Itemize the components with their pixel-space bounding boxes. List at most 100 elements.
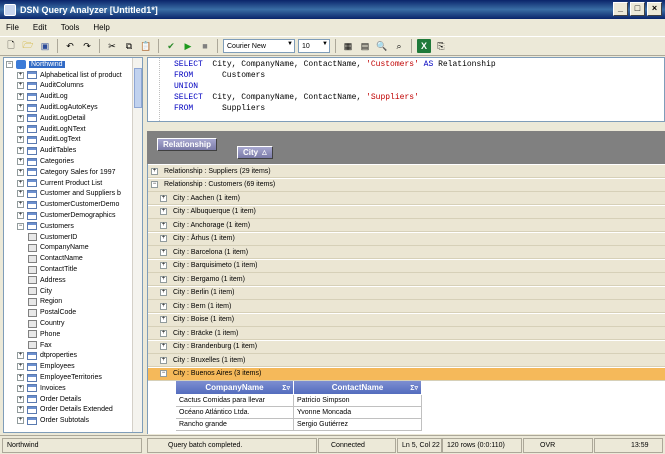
group-row[interactable]: + City : Bergamo (1 item) bbox=[148, 273, 665, 286]
redo-icon[interactable]: ↷ bbox=[80, 39, 94, 53]
font-select[interactable]: Courier New ▼ bbox=[223, 39, 295, 53]
expand-icon[interactable]: + bbox=[160, 316, 167, 323]
table-cell[interactable]: Sergio Gutiérrez bbox=[294, 419, 422, 431]
cut-icon[interactable]: ✂ bbox=[105, 39, 119, 53]
tree-node-table[interactable]: + Order Subtotals bbox=[17, 415, 89, 426]
tree-node-table[interactable]: + AuditLogDetail bbox=[17, 113, 86, 124]
check-syntax-icon[interactable]: ✔ bbox=[164, 39, 178, 53]
group-row[interactable]: + City : Aachen (1 item) bbox=[148, 192, 665, 205]
expand-icon[interactable]: + bbox=[17, 395, 24, 403]
save-icon[interactable]: ▣ bbox=[38, 39, 52, 53]
expand-icon[interactable]: + bbox=[17, 104, 24, 112]
stop-icon[interactable]: ■ bbox=[198, 39, 212, 53]
menu-file[interactable]: File bbox=[6, 23, 19, 32]
menu-help[interactable]: Help bbox=[93, 23, 109, 32]
tree-node-root[interactable]: − Northwind bbox=[6, 59, 65, 70]
expand-icon[interactable]: + bbox=[160, 235, 167, 242]
tree-node-table[interactable]: + AuditLog bbox=[17, 91, 68, 102]
group-row[interactable]: + City : Barquisimeto (1 item) bbox=[148, 259, 665, 273]
execute-icon[interactable]: ▶ bbox=[181, 39, 195, 53]
tree-node-table[interactable]: + EmployeeTerritories bbox=[17, 372, 102, 383]
collapse-icon[interactable]: − bbox=[6, 60, 13, 68]
tree-node-table[interactable]: + Alphabetical list of product bbox=[17, 70, 122, 81]
tree-node-table[interactable]: + AuditLogAutoKeys bbox=[17, 102, 98, 113]
tree-node-table[interactable]: + Order Details Extended bbox=[17, 405, 113, 416]
expand-icon[interactable]: + bbox=[17, 201, 24, 209]
expand-icon[interactable]: + bbox=[17, 352, 24, 360]
group-row[interactable]: + City : Bern (1 item) bbox=[148, 300, 665, 313]
expand-icon[interactable]: + bbox=[17, 212, 24, 220]
copy-icon[interactable]: ⧉ bbox=[122, 39, 136, 53]
expand-icon[interactable]: + bbox=[17, 136, 24, 144]
expand-icon[interactable]: + bbox=[17, 114, 24, 122]
group-relationship-button[interactable]: Relationship bbox=[157, 138, 218, 151]
open-icon[interactable]: 🗁 bbox=[21, 39, 35, 53]
expand-icon[interactable]: + bbox=[160, 194, 167, 202]
group-row[interactable]: + City : Berlin (1 item) bbox=[148, 286, 665, 300]
tree-scrollbar[interactable] bbox=[132, 58, 142, 432]
paste-icon[interactable]: 📋 bbox=[139, 39, 153, 53]
menu-edit[interactable]: Edit bbox=[33, 23, 47, 32]
expand-icon[interactable]: + bbox=[160, 329, 167, 337]
tree-node-table[interactable]: + Invoices bbox=[17, 383, 66, 394]
group-row[interactable]: + City : Boise (1 item) bbox=[148, 313, 665, 327]
tree-node-column[interactable]: CustomerID bbox=[28, 232, 77, 243]
image-icon[interactable]: ▤ bbox=[358, 39, 372, 53]
tree-node-table[interactable]: + AuditColumns bbox=[17, 81, 84, 92]
expand-icon[interactable]: + bbox=[17, 363, 24, 371]
expand-icon[interactable]: + bbox=[17, 158, 24, 166]
tree-node-column[interactable]: PostalCode bbox=[28, 307, 76, 318]
minimize-button[interactable]: _ bbox=[613, 2, 628, 16]
tree-node-column[interactable]: Address bbox=[28, 275, 66, 286]
expand-icon[interactable]: + bbox=[160, 356, 167, 364]
expand-icon[interactable]: + bbox=[17, 125, 24, 133]
group-city-button[interactable]: City △ bbox=[237, 146, 273, 159]
expand-icon[interactable]: + bbox=[17, 406, 24, 414]
expand-icon[interactable]: + bbox=[17, 179, 24, 187]
table-cell[interactable]: Cactus Comidas para llevar bbox=[176, 395, 294, 407]
tree-node-table[interactable]: + dtproperties bbox=[17, 351, 77, 362]
expand-icon[interactable]: + bbox=[160, 302, 167, 310]
table-cell[interactable]: Yvonne Moncada bbox=[294, 407, 422, 419]
expand-icon[interactable]: + bbox=[160, 343, 167, 350]
table-cell[interactable]: Patricio Simpson bbox=[294, 395, 422, 407]
tree-node-table[interactable]: + Customer and Suppliers b bbox=[17, 189, 121, 200]
expand-icon[interactable]: + bbox=[160, 208, 167, 215]
column-header[interactable]: CompanyName Σ▿ bbox=[176, 381, 294, 394]
group-row[interactable]: + City : Brandenburg (1 item) bbox=[148, 340, 665, 354]
expand-icon[interactable]: + bbox=[17, 384, 24, 392]
undo-icon[interactable]: ↶ bbox=[63, 39, 77, 53]
column-header[interactable]: ContactName Σ▿ bbox=[294, 381, 422, 394]
expand-icon[interactable]: + bbox=[17, 417, 24, 425]
expand-icon[interactable]: + bbox=[17, 147, 24, 155]
object-tree[interactable]: − Northwind + Alphabetical list of product +… bbox=[3, 57, 143, 433]
excel-export-icon[interactable]: X bbox=[417, 39, 431, 53]
maximize-button[interactable]: □ bbox=[630, 2, 645, 16]
table-cell[interactable]: Rancho grande bbox=[176, 419, 294, 431]
expand-icon[interactable]: + bbox=[151, 167, 158, 175]
tree-node-table[interactable]: + Category Sales for 1997 bbox=[17, 167, 116, 178]
tree-node-table[interactable]: + AuditLogNText bbox=[17, 124, 86, 135]
tree-node-table[interactable]: + CustomerCustomerDemo bbox=[17, 199, 119, 210]
group-row[interactable]: + City : Albuquerque (1 item) bbox=[148, 205, 665, 219]
new-icon[interactable]: 🗋 bbox=[4, 39, 18, 53]
expand-icon[interactable]: + bbox=[17, 374, 24, 382]
tree-node-table[interactable]: + Categories bbox=[17, 156, 74, 167]
group-row[interactable]: + City : Århus (1 item) bbox=[148, 232, 665, 246]
group-row[interactable]: + City : Bruxelles (1 item) bbox=[148, 354, 665, 367]
expand-icon[interactable]: + bbox=[160, 221, 167, 229]
group-row[interactable]: − Relationship : Customers (69 items) bbox=[148, 178, 665, 192]
export-icon[interactable]: ⎘ bbox=[434, 39, 448, 53]
tree-node-table[interactable]: + Employees bbox=[17, 361, 75, 372]
grid-results-icon[interactable]: ▦ bbox=[341, 39, 355, 53]
filter-icon[interactable]: Σ▿ bbox=[282, 384, 290, 392]
tree-node-column[interactable]: Region bbox=[28, 297, 62, 308]
tree-node-column[interactable]: ContactName bbox=[28, 253, 83, 264]
collapse-icon[interactable]: − bbox=[17, 222, 24, 230]
collapse-icon[interactable]: − bbox=[151, 181, 158, 188]
group-row[interactable]: + City : Bräcke (1 item) bbox=[148, 327, 665, 340]
tree-node-table[interactable]: + AuditTables bbox=[17, 145, 76, 156]
expand-icon[interactable]: + bbox=[17, 71, 24, 79]
results-grid[interactable]: + Relationship : Suppliers (29 items) − Rel… bbox=[147, 164, 665, 434]
replace-icon[interactable]: ⌕ bbox=[392, 39, 406, 53]
